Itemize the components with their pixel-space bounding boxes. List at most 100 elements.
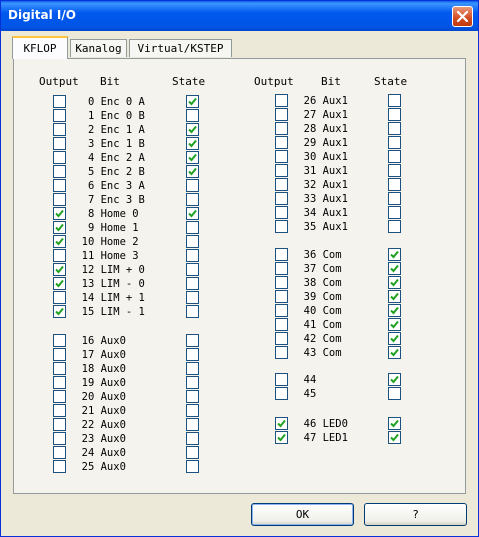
state-checkbox-1[interactable]: [186, 109, 199, 122]
state-checkbox-40[interactable]: [388, 304, 401, 317]
output-checkbox-16[interactable]: [53, 334, 66, 347]
state-checkbox-4[interactable]: [186, 151, 199, 164]
output-checkbox-31[interactable]: [275, 164, 288, 177]
state-checkbox-9[interactable]: [186, 221, 199, 234]
state-checkbox-28[interactable]: [388, 122, 401, 135]
output-checkbox-46[interactable]: [275, 417, 288, 430]
state-checkbox-8[interactable]: [186, 207, 199, 220]
close-button[interactable]: [452, 6, 473, 27]
output-checkbox-8[interactable]: [53, 207, 66, 220]
output-checkbox-6[interactable]: [53, 179, 66, 192]
output-checkbox-33[interactable]: [275, 192, 288, 205]
output-checkbox-29[interactable]: [275, 136, 288, 149]
output-checkbox-27[interactable]: [275, 108, 288, 121]
output-checkbox-39[interactable]: [275, 290, 288, 303]
state-checkbox-34[interactable]: [388, 206, 401, 219]
state-checkbox-11[interactable]: [186, 249, 199, 262]
output-checkbox-26[interactable]: [275, 94, 288, 107]
output-checkbox-43[interactable]: [275, 346, 288, 359]
state-checkbox-29[interactable]: [388, 136, 401, 149]
state-checkbox-37[interactable]: [388, 262, 401, 275]
output-checkbox-18[interactable]: [53, 362, 66, 375]
state-checkbox-32[interactable]: [388, 178, 401, 191]
state-checkbox-42[interactable]: [388, 332, 401, 345]
output-checkbox-24[interactable]: [53, 446, 66, 459]
output-checkbox-12[interactable]: [53, 263, 66, 276]
state-checkbox-6[interactable]: [186, 179, 199, 192]
output-checkbox-3[interactable]: [53, 137, 66, 150]
state-checkbox-33[interactable]: [388, 192, 401, 205]
state-checkbox-0[interactable]: [186, 95, 199, 108]
state-checkbox-10[interactable]: [186, 235, 199, 248]
state-checkbox-23[interactable]: [186, 432, 199, 445]
output-checkbox-40[interactable]: [275, 304, 288, 317]
state-checkbox-17[interactable]: [186, 348, 199, 361]
output-checkbox-20[interactable]: [53, 390, 66, 403]
output-checkbox-9[interactable]: [53, 221, 66, 234]
title-bar[interactable]: Digital I/O: [1, 1, 478, 31]
output-checkbox-2[interactable]: [53, 123, 66, 136]
state-checkbox-39[interactable]: [388, 290, 401, 303]
state-checkbox-26[interactable]: [388, 94, 401, 107]
tab-kflop[interactable]: KFLOP: [12, 36, 68, 59]
state-checkbox-7[interactable]: [186, 193, 199, 206]
state-checkbox-30[interactable]: [388, 150, 401, 163]
state-checkbox-41[interactable]: [388, 318, 401, 331]
output-checkbox-13[interactable]: [53, 277, 66, 290]
state-checkbox-45[interactable]: [388, 387, 401, 400]
tab-virtual-kstep[interactable]: Virtual/KSTEP: [129, 39, 232, 57]
state-checkbox-15[interactable]: [186, 305, 199, 318]
output-checkbox-34[interactable]: [275, 206, 288, 219]
state-checkbox-2[interactable]: [186, 123, 199, 136]
output-checkbox-5[interactable]: [53, 165, 66, 178]
output-checkbox-19[interactable]: [53, 376, 66, 389]
output-checkbox-11[interactable]: [53, 249, 66, 262]
state-checkbox-19[interactable]: [186, 376, 199, 389]
state-checkbox-44[interactable]: [388, 373, 401, 386]
output-checkbox-30[interactable]: [275, 150, 288, 163]
output-checkbox-38[interactable]: [275, 276, 288, 289]
state-checkbox-12[interactable]: [186, 263, 199, 276]
output-checkbox-23[interactable]: [53, 432, 66, 445]
output-checkbox-36[interactable]: [275, 248, 288, 261]
output-checkbox-25[interactable]: [53, 460, 66, 473]
state-checkbox-43[interactable]: [388, 346, 401, 359]
output-checkbox-15[interactable]: [53, 305, 66, 318]
output-checkbox-32[interactable]: [275, 178, 288, 191]
output-checkbox-0[interactable]: [53, 95, 66, 108]
ok-button[interactable]: OK: [251, 503, 354, 526]
state-checkbox-18[interactable]: [186, 362, 199, 375]
output-checkbox-47[interactable]: [275, 431, 288, 444]
state-checkbox-21[interactable]: [186, 404, 199, 417]
output-checkbox-44[interactable]: [275, 373, 288, 386]
output-checkbox-1[interactable]: [53, 109, 66, 122]
state-checkbox-31[interactable]: [388, 164, 401, 177]
state-checkbox-13[interactable]: [186, 277, 199, 290]
tab-kanalog[interactable]: Kanalog: [70, 39, 127, 57]
state-checkbox-38[interactable]: [388, 276, 401, 289]
output-checkbox-21[interactable]: [53, 404, 66, 417]
state-checkbox-36[interactable]: [388, 248, 401, 261]
state-checkbox-24[interactable]: [186, 446, 199, 459]
output-checkbox-35[interactable]: [275, 220, 288, 233]
state-checkbox-16[interactable]: [186, 334, 199, 347]
help-button[interactable]: ?: [364, 503, 467, 526]
state-checkbox-3[interactable]: [186, 137, 199, 150]
output-checkbox-41[interactable]: [275, 318, 288, 331]
output-checkbox-7[interactable]: [53, 193, 66, 206]
output-checkbox-14[interactable]: [53, 291, 66, 304]
output-checkbox-4[interactable]: [53, 151, 66, 164]
state-checkbox-46[interactable]: [388, 417, 401, 430]
state-checkbox-27[interactable]: [388, 108, 401, 121]
state-checkbox-14[interactable]: [186, 291, 199, 304]
output-checkbox-37[interactable]: [275, 262, 288, 275]
output-checkbox-22[interactable]: [53, 418, 66, 431]
state-checkbox-22[interactable]: [186, 418, 199, 431]
state-checkbox-20[interactable]: [186, 390, 199, 403]
output-checkbox-17[interactable]: [53, 348, 66, 361]
output-checkbox-45[interactable]: [275, 387, 288, 400]
state-checkbox-47[interactable]: [388, 431, 401, 444]
state-checkbox-35[interactable]: [388, 220, 401, 233]
output-checkbox-10[interactable]: [53, 235, 66, 248]
state-checkbox-25[interactable]: [186, 460, 199, 473]
